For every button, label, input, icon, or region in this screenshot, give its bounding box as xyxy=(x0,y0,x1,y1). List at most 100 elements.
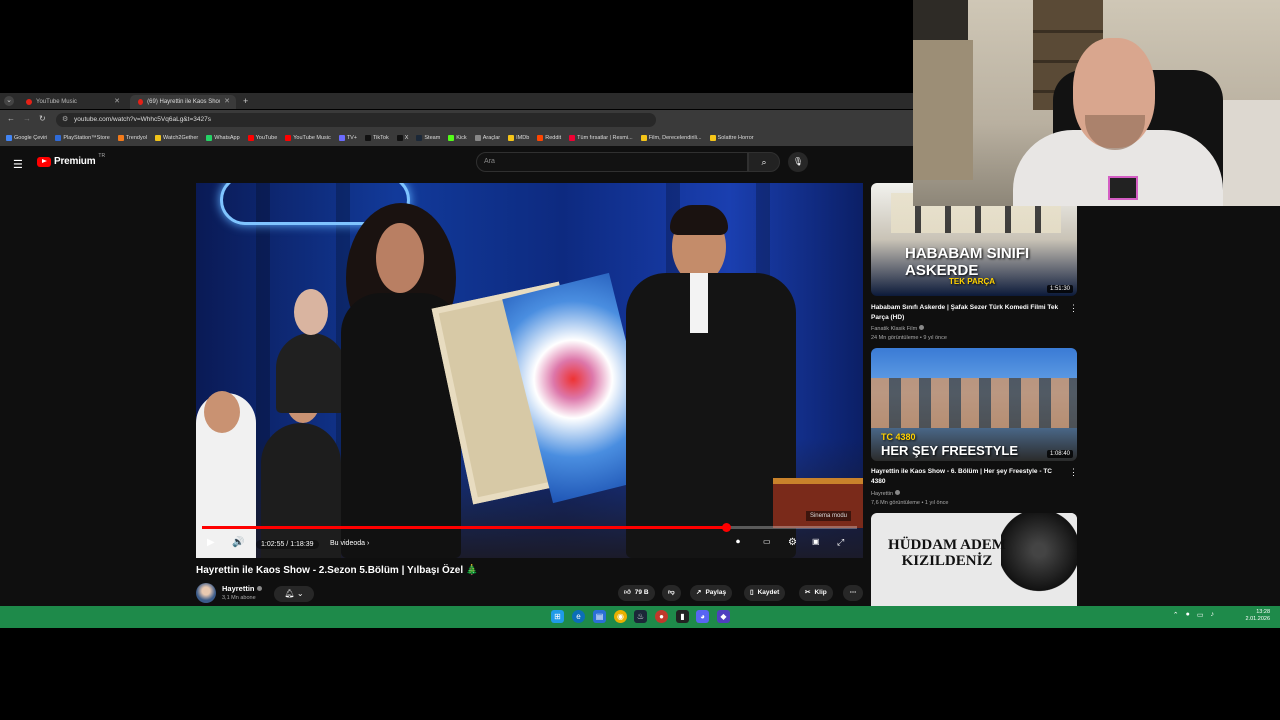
notification-bell-button[interactable]: 🔔︎ ⌄ xyxy=(274,586,314,602)
search-icon: ⌕ xyxy=(761,157,767,167)
terminal-icon[interactable]: ▮ xyxy=(676,610,689,623)
bookmark-label: PlayStation™Store xyxy=(63,135,110,141)
more-options-icon[interactable]: ⋮ xyxy=(1069,303,1078,314)
bookmark-label: Watch2Gether xyxy=(163,135,199,141)
dislike-button[interactable]: 👎︎ xyxy=(662,585,681,601)
recommendation-channel[interactable]: Fanatik Klasik Film xyxy=(871,325,925,332)
play-icon[interactable]: ▶ xyxy=(207,537,215,548)
verified-icon xyxy=(895,490,901,495)
fullscreen-icon[interactable]: ⤢ xyxy=(837,537,844,548)
progress-scrubber[interactable] xyxy=(722,523,731,532)
recommendation-title[interactable]: Hababam Sınıfı Askerde | Şafak Sezer Tür… xyxy=(871,303,1066,323)
address-bar-row: ← → ↻ ⚙ youtube.com/watch?v=Whhc5Vq6aLg&… xyxy=(0,110,913,130)
host-shirt xyxy=(690,273,708,333)
tray-chevron-icon[interactable]: ⌃ xyxy=(1173,611,1179,619)
reload-icon[interactable]: ↻ xyxy=(39,114,46,123)
channel-label: Fanatik Klasik Film xyxy=(871,326,918,332)
store-icon[interactable]: ▤ xyxy=(593,610,606,623)
bookmark-favicon-icon xyxy=(117,135,124,141)
taskbar-clock[interactable]: 13:28 2.01.2026 xyxy=(1246,609,1270,623)
close-tab-icon[interactable]: ✕ xyxy=(224,95,230,109)
bookmark-item[interactable]: Trendyol xyxy=(117,135,147,141)
start-windows-icon[interactable]: ⊞ xyxy=(551,610,564,623)
miniplayer-icon[interactable]: ▣ xyxy=(812,537,820,546)
bookmark-item[interactable]: Araçlar xyxy=(474,135,500,141)
bookmark-icon: ▯ xyxy=(750,589,754,596)
clip-button[interactable]: ✂ Klip xyxy=(799,585,833,601)
app-icon[interactable]: ◆ xyxy=(717,610,730,623)
chrome-icon[interactable]: ◉ xyxy=(614,610,627,623)
more-actions-button[interactable]: ⋯ xyxy=(843,585,863,601)
back-icon[interactable]: ← xyxy=(7,114,15,123)
recommendation-thumbnail[interactable]: HÜDDAM ADEM KIZILDENİZ xyxy=(871,513,1077,606)
video-player[interactable]: Sinema modu ▶ 🔊 1:02:55 / 1:18:39 Bu vid… xyxy=(196,183,863,558)
channel-avatar[interactable] xyxy=(196,583,216,603)
edge-icon[interactable]: e xyxy=(572,610,585,623)
recommendation-thumbnail[interactable]: TC 4380 HER ŞEY FREESTYLE 1:08:40 xyxy=(871,348,1077,461)
menu-icon[interactable]: ☰ xyxy=(13,158,23,171)
clock-date: 2.01.2026 xyxy=(1245,616,1270,622)
autoplay-toggle-icon[interactable]: ⏺ xyxy=(736,537,740,547)
tab-label: YouTube Music xyxy=(36,99,77,105)
bookmark-item[interactable]: Steam xyxy=(416,135,440,141)
share-label: Paylaş xyxy=(705,589,727,596)
new-tab-button[interactable]: + xyxy=(243,96,248,106)
bookmark-item[interactable]: Kick xyxy=(448,135,467,141)
forward-icon[interactable]: → xyxy=(23,114,31,123)
bookmark-item[interactable]: Reddit xyxy=(537,135,561,141)
tab-search-icon[interactable]: ⌄ xyxy=(4,96,14,106)
share-icon: ↗ xyxy=(696,589,702,596)
save-button[interactable]: ▯ Kaydet xyxy=(744,585,786,601)
bookmark-item[interactable]: IMDb xyxy=(508,135,529,141)
discord-icon[interactable]: ◕ xyxy=(696,610,709,623)
location-icon[interactable]: ● xyxy=(1186,611,1190,619)
subtitles-icon[interactable]: ▭ xyxy=(763,537,771,546)
bookmark-item[interactable]: Film, Derecelendirili... xyxy=(640,135,702,141)
volume-icon[interactable]: 🔊 xyxy=(232,537,244,548)
site-info-icon[interactable]: ⚙ xyxy=(62,113,68,127)
bookmark-item[interactable]: X xyxy=(396,135,408,141)
bookmark-favicon-icon xyxy=(448,135,455,141)
bookmark-item[interactable]: PlayStation™Store xyxy=(55,135,110,141)
channel-name[interactable]: Hayrettin xyxy=(222,584,262,593)
bookmark-item[interactable]: Tüm fırsatlar | Resmi... xyxy=(569,135,633,141)
chapter-button[interactable]: Bu videoda › xyxy=(330,540,369,547)
search-button[interactable]: ⌕ xyxy=(748,152,780,172)
bookmark-favicon-icon xyxy=(285,135,292,141)
recommendation-meta: 24 Mn görüntüleme • 9 yıl önce xyxy=(871,335,947,341)
bookmark-item[interactable]: WhatsApp xyxy=(206,135,240,141)
more-options-icon[interactable]: ⋮ xyxy=(1069,467,1078,478)
bookmark-item[interactable]: Watch2Gether xyxy=(155,135,198,141)
video-progress-bar[interactable] xyxy=(202,523,857,532)
bookmark-item[interactable]: Solattre Horror xyxy=(709,135,754,141)
bookmark-favicon-icon xyxy=(416,135,423,141)
player-controls: ▶ 🔊 1:02:55 / 1:18:39 Bu videoda › ⏺ ▭ ⚙… xyxy=(196,535,863,555)
bookmark-item[interactable]: TV+ xyxy=(338,135,357,141)
youtube-premium-logo[interactable]: Premium TR xyxy=(37,153,105,167)
tab-youtube-music[interactable]: YouTube Music ✕ xyxy=(18,95,126,109)
like-button[interactable]: 👍︎ 79 B xyxy=(618,585,655,601)
bookmark-label: IMDb xyxy=(516,135,530,141)
url-field[interactable]: ⚙ youtube.com/watch?v=Whhc5Vq6aLg&t=3427… xyxy=(56,113,656,127)
search-input[interactable]: Ara xyxy=(476,152,748,172)
like-count: 79 B xyxy=(634,589,649,596)
bookmark-item[interactable]: YouTube Music xyxy=(285,135,331,141)
network-icon[interactable]: ▭ xyxy=(1197,611,1204,619)
voice-search-button[interactable]: 🎙 xyxy=(788,152,808,172)
bookmark-item[interactable]: Google Çeviri xyxy=(6,135,47,141)
steam-icon[interactable]: ♨ xyxy=(634,610,647,623)
bookmark-favicon-icon xyxy=(6,135,12,141)
thumbs-up-icon: 👍︎ xyxy=(624,589,631,596)
close-tab-icon[interactable]: ✕ xyxy=(114,95,120,109)
tab-kaos-show[interactable]: (69) Hayrettin ile Kaos Show - 2 ✕ xyxy=(130,95,236,109)
clock-time: 13:28 xyxy=(1256,609,1270,615)
bookmark-item[interactable]: TikTok xyxy=(365,135,389,141)
recommendation-title[interactable]: Hayrettin ile Kaos Show - 6. Bölüm | Her… xyxy=(871,467,1066,487)
settings-gear-icon[interactable]: ⚙ xyxy=(788,537,797,548)
bookmark-item[interactable]: YouTube xyxy=(247,135,277,141)
share-button[interactable]: ↗ Paylaş xyxy=(690,585,733,601)
volume-tray-icon[interactable]: ♪ xyxy=(1211,611,1215,619)
app-icon[interactable]: ● xyxy=(655,610,668,623)
recommendation-channel[interactable]: Hayrettin xyxy=(871,490,901,497)
scissors-icon: ✂ xyxy=(805,589,811,596)
